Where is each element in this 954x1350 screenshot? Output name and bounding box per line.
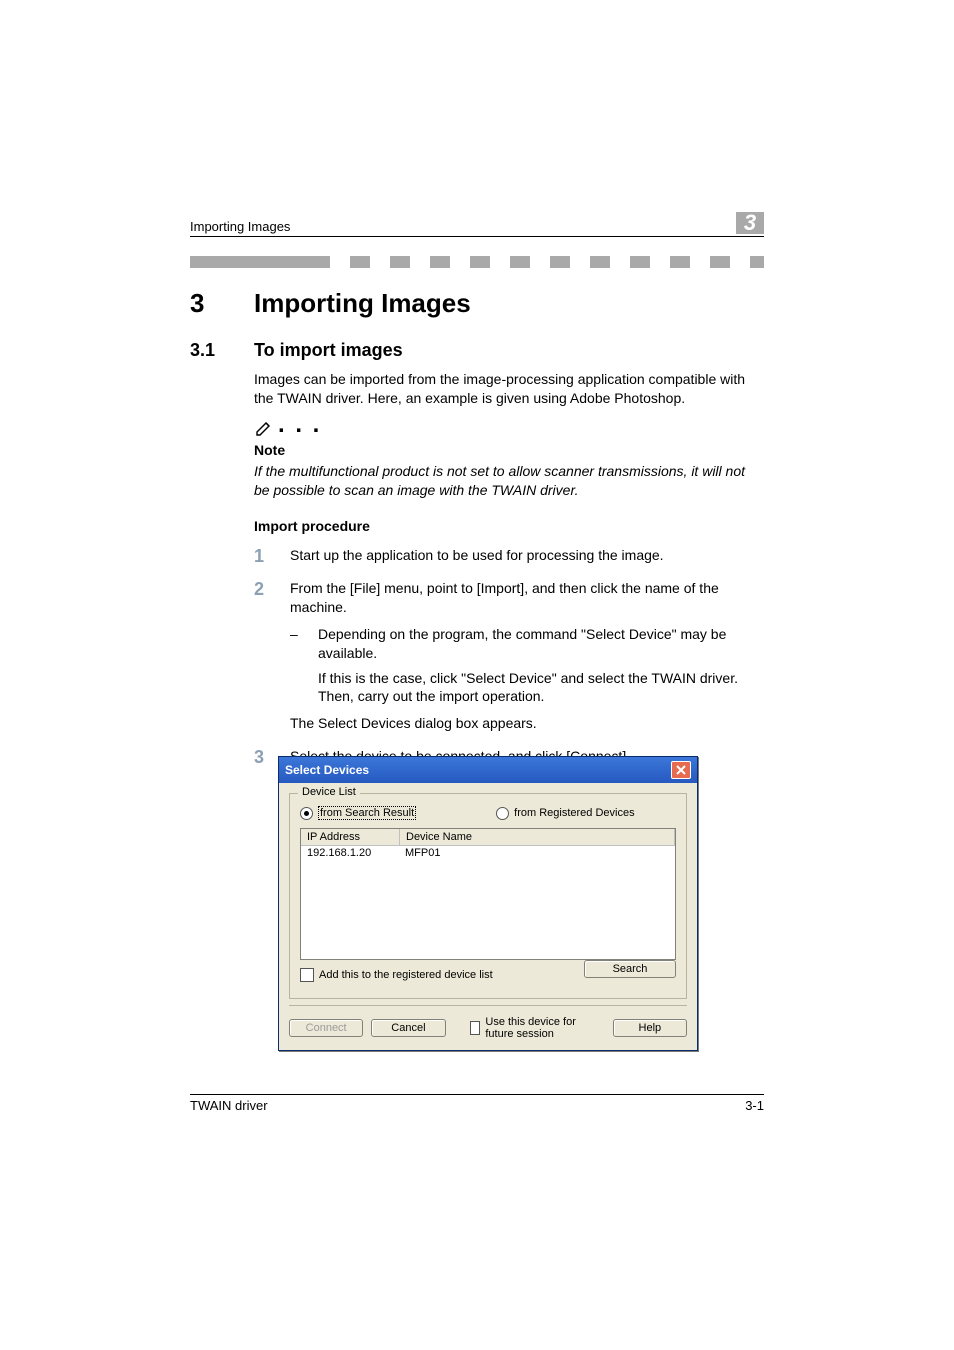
note-text: If the multifunctional product is not se… — [254, 462, 754, 500]
document-page: Importing Images 3 3Importing Images 3.1… — [0, 0, 954, 1350]
dialog-bottom-bar: Connect Cancel Use this device for futur… — [289, 1005, 687, 1040]
section-heading-number: 3.1 — [190, 340, 254, 361]
note-label: Note — [254, 442, 754, 458]
search-button[interactable]: Search — [584, 960, 676, 978]
procedure-heading: Import procedure — [254, 518, 370, 534]
band-solid — [190, 256, 310, 268]
dialog-title: Select Devices — [285, 763, 369, 777]
column-device-name[interactable]: Device Name — [400, 829, 675, 845]
search-button-label: Search — [613, 963, 648, 975]
listview-header[interactable]: IP Address Device Name — [301, 829, 675, 846]
dialog-window: Select Devices Device List from Search R… — [278, 756, 698, 1051]
footer-left: TWAIN driver — [190, 1098, 268, 1113]
chapter-heading-text: Importing Images — [254, 288, 471, 318]
step-number: 3 — [254, 748, 272, 766]
substep: – Depending on the program, the command … — [290, 625, 754, 663]
checkbox-icon[interactable] — [470, 1021, 481, 1035]
radio-from-search-result[interactable]: from Search Result — [300, 806, 416, 820]
radio-label: from Registered Devices — [514, 807, 634, 819]
chapter-indicator: 3 — [736, 212, 764, 234]
intro-paragraph: Images can be imported from the image-pr… — [254, 370, 754, 408]
step-number: 2 — [254, 580, 272, 733]
cell-ip: 192.168.1.20 — [301, 846, 399, 860]
use-future-label: Use this device for future session — [485, 1016, 604, 1040]
column-ip-address[interactable]: IP Address — [301, 829, 400, 845]
step-1: 1 Start up the application to be used fo… — [254, 546, 754, 565]
use-future-row[interactable]: Use this device for future session — [470, 1016, 605, 1040]
chapter-heading: 3Importing Images — [190, 288, 471, 319]
cancel-button-label: Cancel — [391, 1022, 425, 1034]
substep-follow: If this is the case, click "Select Devic… — [290, 669, 754, 707]
step-2: 2 From the [File] menu, point to [Import… — [254, 579, 754, 733]
pencil-icon — [254, 418, 274, 438]
radio-from-registered-devices[interactable]: from Registered Devices — [496, 807, 634, 820]
list-item[interactable]: 192.168.1.20 MFP01 — [301, 846, 675, 860]
cell-name: MFP01 — [399, 846, 675, 860]
step-2-main: From the [File] menu, point to [Import],… — [290, 580, 719, 615]
note-ornament: . . . — [254, 418, 754, 438]
step-text: Start up the application to be used for … — [290, 546, 754, 565]
chapter-number-box: 3 — [736, 212, 764, 234]
device-list-groupbox: Device List from Search Result from Regi… — [289, 793, 687, 999]
band-dashes — [310, 256, 764, 268]
note-block: . . . Note If the multifunctional produc… — [254, 418, 754, 500]
section-heading-text: To import images — [254, 340, 403, 360]
page-footer: TWAIN driver 3-1 — [190, 1094, 764, 1113]
close-button[interactable] — [671, 761, 691, 779]
running-header-title: Importing Images — [190, 219, 290, 234]
substep-text: Depending on the program, the command "S… — [318, 625, 754, 663]
radio-row: from Search Result from Registered Devic… — [300, 806, 676, 820]
help-button[interactable]: Help — [613, 1019, 687, 1037]
substep-text-a: Depending on the program, the command "S… — [318, 626, 726, 661]
checkbox-icon[interactable] — [300, 968, 314, 982]
step-text: From the [File] menu, point to [Import],… — [290, 579, 754, 733]
select-devices-dialog: Select Devices Device List from Search R… — [278, 756, 698, 1051]
add-registered-label: Add this to the registered device list — [319, 969, 493, 981]
help-button-label: Help — [639, 1022, 662, 1034]
connect-button[interactable]: Connect — [289, 1019, 363, 1037]
close-icon — [676, 765, 686, 775]
radio-label: from Search Result — [318, 806, 416, 820]
running-header: Importing Images 3 — [190, 212, 764, 237]
chapter-heading-number: 3 — [190, 288, 254, 319]
step-number: 1 — [254, 547, 272, 565]
radio-dot-icon — [496, 807, 509, 820]
substep-dash: – — [290, 625, 304, 663]
procedure-steps: 1 Start up the application to be used fo… — [254, 546, 754, 780]
groupbox-legend: Device List — [298, 786, 360, 798]
cancel-button[interactable]: Cancel — [371, 1019, 445, 1037]
step-2-after: The Select Devices dialog box appears. — [290, 714, 754, 733]
footer-right: 3-1 — [745, 1098, 764, 1113]
connect-button-label: Connect — [306, 1022, 347, 1034]
section-heading: 3.1To import images — [190, 340, 403, 361]
decorative-band — [190, 256, 764, 268]
dialog-titlebar[interactable]: Select Devices — [279, 757, 697, 783]
radio-dot-icon — [300, 807, 313, 820]
device-listview[interactable]: IP Address Device Name 192.168.1.20 MFP0… — [300, 828, 676, 960]
